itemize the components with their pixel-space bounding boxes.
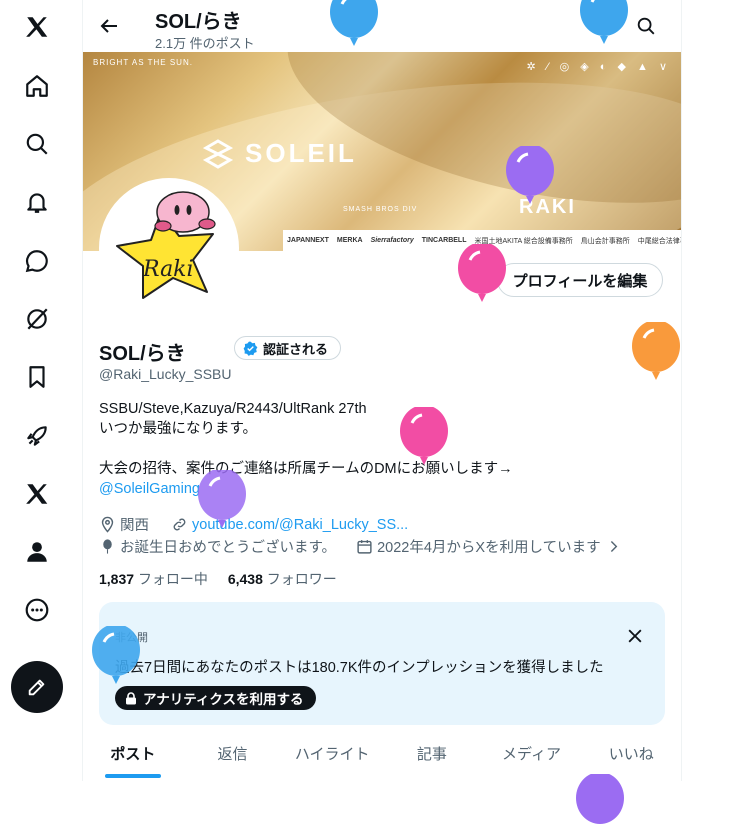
profile-column: SOL/らき 2.1万 件のポスト BRIGHT AS THE SUN. ✲ ⁄… [82,0,682,781]
verified-badge-icon [243,341,258,356]
banner-division: SMASH BROS DIV [343,206,418,213]
team-name: SOLEIL [245,138,357,168]
location-row: 関西 youtube.com/@Raki_Lucky_SS... [99,514,408,535]
tab-likes[interactable]: いいね [581,730,681,781]
chevron-right-icon[interactable] [605,538,622,555]
banner-tagline: BRIGHT AS THE SUN. [93,58,193,67]
sponsor: MERKA [336,237,363,244]
display-name: SOL/らき [99,343,186,365]
use-analytics-button[interactable]: アナリティクスを利用する [115,686,316,710]
bell-icon[interactable] [13,178,61,226]
search-icon[interactable] [13,120,61,168]
x-premium-icon[interactable] [13,470,61,518]
sponsor: Sierrafactory [370,237,414,244]
followers-link[interactable]: 6,438 フォロワー [228,571,337,587]
sponsor-strip: JAPANNEXT MERKA Sierrafactory TINCARBELL… [283,230,681,251]
compose-button[interactable] [11,661,63,713]
bio-line [99,439,659,459]
followers-label: フォロワー [266,571,337,587]
following-count: 1,837 [99,571,135,587]
tab-articles[interactable]: 記事 [382,730,482,781]
following-label: フォロー中 [137,571,208,587]
banner-player: RAKI [519,196,576,218]
location: 関西 [120,518,149,534]
profile-icon[interactable] [13,528,61,576]
tab-highlights[interactable]: ハイライト [282,730,382,781]
sponsor: TINCARBELL [421,237,467,244]
search-icon[interactable] [635,15,657,37]
balloon-decoration [576,774,624,824]
balloon-icon [103,539,112,554]
edit-profile-button[interactable]: プロフィールを編集 [497,263,663,297]
bio-line: 大会の招待、案件のご連絡は所属チームのDMにお願いします→ [99,461,513,477]
follow-stats: 1,837 フォロー中 6,438 フォロワー [99,569,337,589]
left-nav [0,0,74,781]
tab-media[interactable]: メディア [482,730,582,781]
get-verified-label: 認証される [263,341,329,357]
more-icon[interactable] [13,586,61,634]
location-pin-icon [101,516,114,533]
birthday-message: お誕生日おめでとうございます。 [120,540,337,556]
analytics-card: 非公開 過去7日間にあなたのポストは180.7K件のインプレッションを獲得しまし… [99,602,665,725]
followers-count: 6,438 [227,571,263,587]
sponsor: 中尾総合法律事務所 [637,237,681,245]
grok-icon[interactable] [13,295,61,343]
tab-replies[interactable]: 返信 [183,730,283,781]
calendar-icon [357,540,372,554]
profile-tabs: ポスト 返信 ハイライト 記事 メディア いいね [83,730,681,781]
impressions-message: 過去7日間にあなたのポストは180.7K件のインプレッションを獲得しました [115,660,604,676]
grok-icon[interactable] [591,15,613,37]
following-link[interactable]: 1,837 フォロー中 [99,571,208,587]
close-icon[interactable] [625,626,645,646]
bio-line: いつか最強になります。 [99,421,258,437]
home-icon[interactable] [13,62,61,110]
tab-posts[interactable]: ポスト [83,730,183,781]
top-bar: SOL/らき 2.1万 件のポスト [83,0,681,52]
sponsor: 米国土地AKITA 総合設備事務所 [474,237,573,245]
messages-icon[interactable] [13,237,61,285]
bio-line: SSBU/Steve,Kazuya/R2443/UltRank 27th [99,401,367,417]
sponsor: 鳥山会計事務所 [580,237,630,245]
kirby-star-avatar-image: Raki [116,191,216,299]
get-verified-button[interactable]: 認証される [234,336,342,360]
private-label: 非公開 [115,632,148,644]
x-logo-icon[interactable] [13,3,61,51]
use-analytics-label: アナリティクスを利用する [143,692,304,707]
avatar[interactable]: Raki [99,178,239,318]
bookmark-icon[interactable] [13,353,61,401]
sponsor: JAPANNEXT [287,237,329,244]
page-title: SOL/らき [155,11,242,33]
bio-mention-link[interactable]: @SoleilGaming [99,479,659,499]
soleil-logo-icon [203,138,233,169]
compose-icon [28,679,45,696]
user-handle: @Raki_Lucky_SSBU [99,366,232,382]
rocket-icon[interactable] [13,412,61,460]
lock-icon [126,691,136,704]
joined-date[interactable]: 2022年4月からXを利用しています [377,536,601,557]
bio: SSBU/Steve,Kazuya/R2443/UltRank 27th いつか… [99,399,659,499]
link-icon [173,518,186,531]
website-link[interactable]: youtube.com/@Raki_Lucky_SS... [192,517,408,533]
back-arrow-icon[interactable] [97,14,121,38]
post-count: 2.1万 件のポスト [155,36,255,51]
team-logo: SOLEIL [203,138,357,169]
banner-partner-icons: ✲ ⁄ ◎ ◈ ◐ ◆ ▲ ∨ [526,61,671,73]
birthday-row: お誕生日おめでとうございます。 2022年4月からXを利用しています [99,536,622,557]
avatar-text: Raki [142,257,194,282]
